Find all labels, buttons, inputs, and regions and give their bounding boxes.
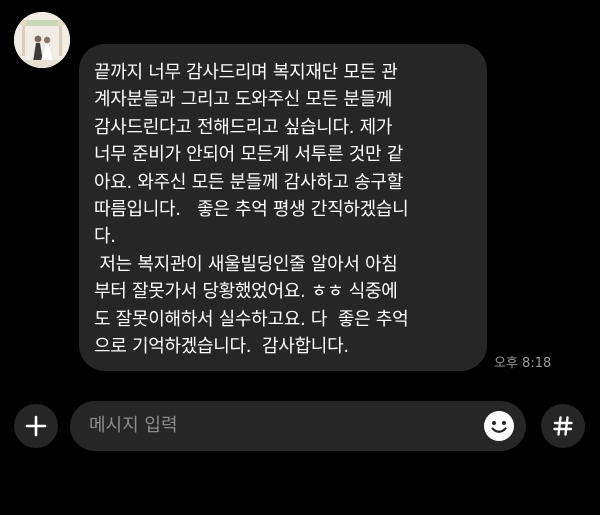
message-input[interactable]: 메시지 입력 <box>89 401 178 451</box>
hash-icon <box>553 416 573 436</box>
add-attachment-button[interactable] <box>14 404 58 448</box>
wedding-photo-image <box>14 12 70 68</box>
message-text-line: 부터 잘못가서 당황했었어요. ㅎㅎ 식중에 <box>94 281 398 303</box>
message-text-line: 다. <box>94 226 116 248</box>
message-text-line: 너무 준비가 안되어 모든게 서투른 것만 같 <box>94 144 403 166</box>
message-text-line: 아요. 와주신 모든 분들께 감사하고 송구할 <box>94 171 403 193</box>
message-text-line: 감사드린다고 전해드리고 싶습니다. 제가 <box>94 116 393 138</box>
smiley-icon <box>484 411 514 441</box>
sender-avatar[interactable] <box>14 12 70 68</box>
message-text-line: 도 잘못이해하서 실수하고요. 다 좋은 추억 <box>94 308 409 330</box>
hashtag-button[interactable] <box>541 404 585 448</box>
plus-icon <box>25 415 47 437</box>
message-timestamp: 오후 8:18 <box>494 356 552 371</box>
message-text-line: 저는 복지관이 새울빌딩인줄 알아서 아침 <box>94 253 398 275</box>
message-text-line: 계자분들과 그리고 도와주신 모든 분들께 <box>94 89 393 111</box>
emoji-button[interactable] <box>482 409 516 443</box>
message-input-bar[interactable]: 메시지 입력 <box>70 401 526 451</box>
message-text-line: 끝까지 너무 감사드리며 복지재단 모든 관 <box>94 62 398 83</box>
message-text-line: 따름입니다. 좋은 추억 평생 간직하겠습니 <box>94 199 409 221</box>
message-bubble[interactable]: 끝까지 너무 감사드리며 복지재단 모든 관 계자분들과 그리고 도와주신 모든… <box>79 44 487 371</box>
message-text-line: 으로 기억하겠습니다. 감사합니다. <box>94 336 349 358</box>
